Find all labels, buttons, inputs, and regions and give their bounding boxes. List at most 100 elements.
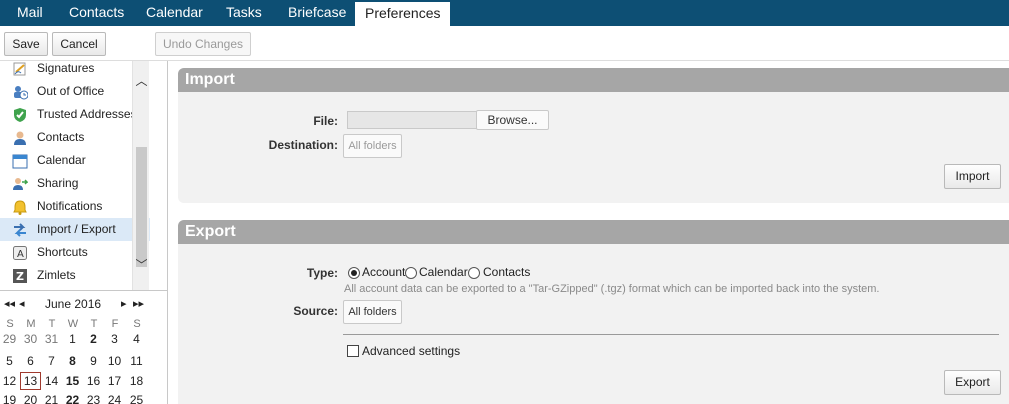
sidebar-item-shortcuts[interactable]: A Shortcuts xyxy=(0,241,150,264)
calendar-day[interactable]: 11 xyxy=(126,352,147,370)
type-contacts-label[interactable]: Contacts xyxy=(483,265,530,279)
calendar-day[interactable]: 14 xyxy=(41,372,62,390)
calendar-day[interactable]: 25 xyxy=(126,391,147,404)
calendar-day[interactable]: 16 xyxy=(83,372,104,390)
advanced-settings-label[interactable]: Advanced settings xyxy=(362,344,460,358)
calendar-day[interactable]: 4 xyxy=(126,330,147,348)
contact-person-icon xyxy=(14,131,26,145)
type-calendar-radio[interactable] xyxy=(405,267,417,279)
type-contacts-radio[interactable] xyxy=(468,267,480,279)
calendar-day[interactable]: 24 xyxy=(104,391,125,404)
calendar-day[interactable]: 23 xyxy=(83,391,104,404)
calendar-day[interactable]: 7 xyxy=(41,352,62,370)
destination-label: Destination: xyxy=(268,138,338,152)
advanced-settings-checkbox[interactable] xyxy=(347,345,359,357)
cancel-button[interactable]: Cancel xyxy=(52,32,106,56)
tab-contacts[interactable]: Contacts xyxy=(69,0,124,26)
export-hint: All account data can be exported to a "T… xyxy=(344,283,880,295)
save-button[interactable]: Save xyxy=(4,32,48,56)
calendar-day[interactable]: 5 xyxy=(0,352,20,370)
zimlet-icon: Z xyxy=(13,269,27,283)
export-section: Export Type: Account Calendar Contacts A… xyxy=(178,220,1009,404)
sidebar-scrollbar[interactable]: ︿ ﹀ xyxy=(132,61,149,290)
browse-button[interactable]: Browse... xyxy=(476,110,549,130)
calendar-day[interactable]: 15 xyxy=(62,372,83,390)
sidebar-item-label: Import / Export xyxy=(37,222,116,236)
weekday-header: T xyxy=(90,318,98,330)
file-label: File: xyxy=(313,114,338,128)
sidebar-item-label: Signatures xyxy=(37,61,95,75)
next-year-icon[interactable]: ▸▸ xyxy=(133,297,144,310)
calendar-day[interactable]: 8 xyxy=(62,352,83,370)
weekday-header: S xyxy=(133,318,141,330)
tab-briefcase[interactable]: Briefcase xyxy=(288,0,346,26)
calendar-day[interactable]: 19 xyxy=(0,391,20,404)
sidebar-item-notifications[interactable]: Notifications xyxy=(0,195,150,218)
weekday-header: W xyxy=(67,318,79,330)
sidebar-item-calendar[interactable]: Calendar xyxy=(0,149,150,172)
calendar-day[interactable]: 10 xyxy=(104,352,125,370)
scrollbar-thumb[interactable] xyxy=(136,147,147,267)
scroll-up-icon[interactable]: ︿ xyxy=(135,75,148,88)
type-calendar-label[interactable]: Calendar xyxy=(419,265,468,279)
out-of-office-icon xyxy=(14,86,28,100)
sidebar-item-zimlets[interactable]: Z Zimlets xyxy=(0,264,150,287)
sidebar-item-label: Trusted Addresses xyxy=(37,107,137,121)
scroll-down-icon[interactable]: ﹀ xyxy=(135,259,148,272)
sidebar-item-sharing[interactable]: Sharing xyxy=(0,172,150,195)
weekday-header: S xyxy=(6,318,14,330)
file-path-field[interactable] xyxy=(347,111,477,129)
type-account-radio[interactable] xyxy=(348,267,360,279)
sidebar-item-trusted-addresses[interactable]: Trusted Addresses xyxy=(0,103,150,126)
prev-month-icon[interactable]: ◂ xyxy=(19,297,25,310)
sidebar-item-contacts[interactable]: Contacts xyxy=(0,126,150,149)
section-divider xyxy=(343,334,999,335)
import-section: Import File: Browse... Destination: All … xyxy=(178,68,1009,203)
sidebar-divider xyxy=(0,290,168,291)
bell-icon xyxy=(13,200,27,215)
source-label: Source: xyxy=(293,304,338,318)
calendar-day[interactable]: 12 xyxy=(0,372,20,390)
sidebar-item-label: Zimlets xyxy=(37,268,76,282)
calendar-day-today[interactable]: 13 xyxy=(20,372,41,390)
calendar-day[interactable]: 17 xyxy=(104,372,125,390)
calendar-day[interactable]: 29 xyxy=(0,330,20,348)
tab-tasks[interactable]: Tasks xyxy=(226,0,262,26)
calendar-day[interactable]: 2 xyxy=(83,330,104,348)
calendar-day[interactable]: 1 xyxy=(62,330,83,348)
calendar-day[interactable]: 3 xyxy=(104,330,125,348)
tab-calendar[interactable]: Calendar xyxy=(146,0,203,26)
calendar-day[interactable]: 22 xyxy=(62,391,83,404)
tab-mail[interactable]: Mail xyxy=(17,0,43,26)
prev-year-icon[interactable]: ◂◂ xyxy=(4,297,15,310)
calendar-icon xyxy=(12,154,28,169)
next-month-icon[interactable]: ▸ xyxy=(121,297,127,310)
sidebar-item-signatures[interactable]: Signatures xyxy=(0,61,150,80)
preferences-sidebar: Signatures Out of Office Trusted Address… xyxy=(0,61,168,404)
destination-folder-button[interactable]: All folders xyxy=(343,134,402,158)
export-section-title: Export xyxy=(178,220,1009,244)
preferences-tree: Signatures Out of Office Trusted Address… xyxy=(0,61,150,290)
calendar-day[interactable]: 6 xyxy=(20,352,41,370)
sidebar-item-label: Out of Office xyxy=(37,84,105,98)
sidebar-item-import-export[interactable]: Import / Export xyxy=(0,218,150,241)
sidebar-item-out-of-office[interactable]: Out of Office xyxy=(0,80,150,103)
calendar-day[interactable]: 30 xyxy=(20,330,41,348)
tab-preferences[interactable]: Preferences xyxy=(355,2,451,26)
calendar-day[interactable]: 9 xyxy=(83,352,104,370)
weekday-header: M xyxy=(26,318,36,330)
import-button[interactable]: Import xyxy=(944,164,1001,189)
calendar-day[interactable]: 18 xyxy=(126,372,147,390)
calendar-day[interactable]: 20 xyxy=(20,391,41,404)
type-label: Type: xyxy=(306,266,338,280)
calendar-month-label: June 2016 xyxy=(45,297,102,311)
calendar-day[interactable]: 21 xyxy=(41,391,62,404)
sidebar-item-label: Calendar xyxy=(37,153,86,167)
source-folder-button[interactable]: All folders xyxy=(343,300,402,324)
calendar-day[interactable]: 31 xyxy=(41,330,62,348)
export-button[interactable]: Export xyxy=(944,370,1001,395)
type-account-label[interactable]: Account xyxy=(362,265,405,279)
undo-changes-button[interactable]: Undo Changes xyxy=(155,32,251,56)
import-section-title: Import xyxy=(178,68,1009,92)
sidebar-item-label: Notifications xyxy=(37,199,103,213)
